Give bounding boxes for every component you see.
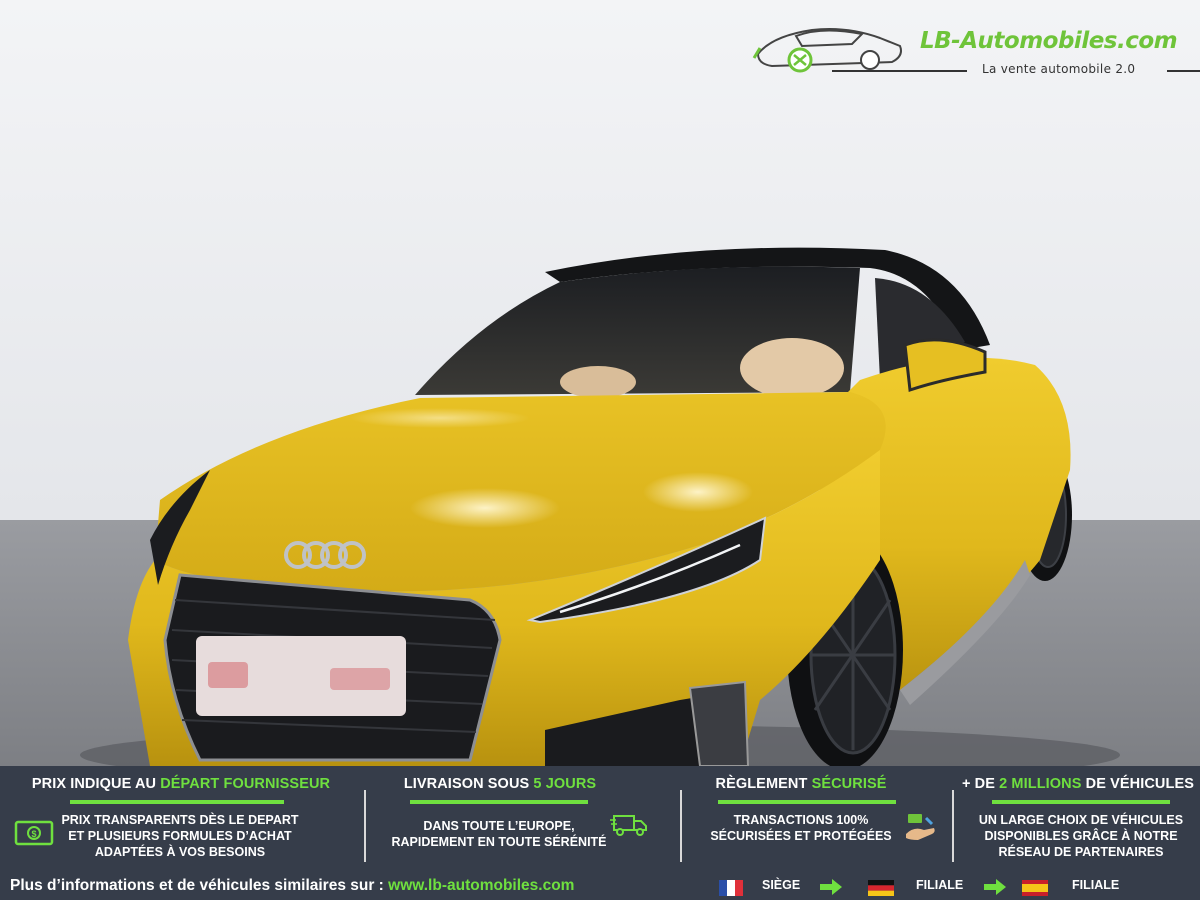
location-label-subsidiary-2: FILIALE: [1072, 878, 1120, 892]
price-description: PRIX TRANSPARENTS DÈS LE DEPART ET PLUSI…: [61, 813, 299, 859]
delivery-heading: LIVRAISON SOUS 5 JOURS: [403, 776, 597, 792]
payment-description: TRANSACTIONS 100% SÉCURISÉES ET PROTÉGÉE…: [710, 813, 892, 843]
delivery-truck-icon: [610, 815, 647, 836]
car-photo-illustration: [0, 0, 1200, 766]
plate-blur-mark-2: [330, 668, 390, 690]
money-icon: $: [14, 820, 54, 846]
banner-column-vehicles: + DE 2 MILLIONS DE VÉHICULES UN LARGE CH…: [956, 766, 1200, 866]
location-label-subsidiary-1: FILIALE: [916, 878, 964, 892]
hood-reflection-3: [350, 408, 530, 428]
france-flag-icon: [719, 880, 743, 896]
arrow-right-icon: [820, 879, 842, 895]
payment-heading: RÈGLEMENT SÉCURISÉ: [715, 776, 887, 792]
hood-reflection-2: [643, 472, 753, 512]
germany-flag-icon: [868, 880, 894, 896]
banner-divider-1: [364, 790, 366, 862]
delivery-description: DANS TOUTE L’EUROPE, RAPIDEMENT EN TOUTE…: [391, 819, 607, 849]
delivery-underline: [410, 800, 588, 804]
seat-left: [560, 366, 636, 398]
payment-hand-icon: [906, 814, 935, 840]
car-photo: [0, 0, 1200, 766]
banner-column-price: PRIX INDIQUE AU DÉPART FOURNISSEUR $ PRI…: [0, 766, 362, 866]
vehicles-heading: + DE 2 MILLIONS DE VÉHICULES: [961, 776, 1195, 792]
banner-column-payment: RÈGLEMENT SÉCURISÉ TRANSACTIONS 100% SÉC…: [690, 766, 950, 866]
company-logo[interactable]: LB-Automobiles.com La vente automobile 2…: [752, 22, 1200, 84]
more-info-text: Plus d’informations et de véhicules simi…: [10, 877, 389, 894]
banner-divider-3: [952, 790, 954, 862]
more-info-line: Plus d’informations et de véhicules simi…: [10, 877, 574, 895]
logo-tagline: La vente automobile 2.0: [982, 62, 1136, 76]
hood-reflection-1: [410, 488, 560, 528]
spain-flag-icon: [1022, 880, 1048, 896]
banner-column-delivery: LIVRAISON SOUS 5 JOURS DANS TOUTE L’EURO…: [370, 766, 670, 866]
seat-right: [740, 338, 844, 398]
vehicles-underline: [992, 800, 1170, 804]
logo-rule-left: [832, 70, 967, 72]
vehicles-description: UN LARGE CHOIX DE VÉHICULES DISPONIBLES …: [978, 813, 1184, 859]
fog-light-housing: [688, 680, 750, 766]
price-heading: PRIX INDIQUE AU DÉPART FOURNISSEUR: [31, 776, 331, 792]
price-underline: [70, 800, 284, 804]
plate-blur-mark: [208, 662, 248, 688]
website-link[interactable]: www.lb-automobiles.com: [388, 877, 574, 894]
payment-underline: [718, 800, 896, 804]
arrow-right-icon-2: [984, 879, 1006, 895]
logo-rule-right: [1167, 70, 1200, 72]
info-banner: PRIX INDIQUE AU DÉPART FOURNISSEUR $ PRI…: [0, 766, 1200, 900]
logo-brand-name: LB-Automobiles.com: [920, 28, 1178, 54]
svg-text:$: $: [31, 829, 36, 839]
banner-divider-2: [680, 790, 682, 862]
location-label-hq: SIÈGE: [762, 878, 801, 892]
